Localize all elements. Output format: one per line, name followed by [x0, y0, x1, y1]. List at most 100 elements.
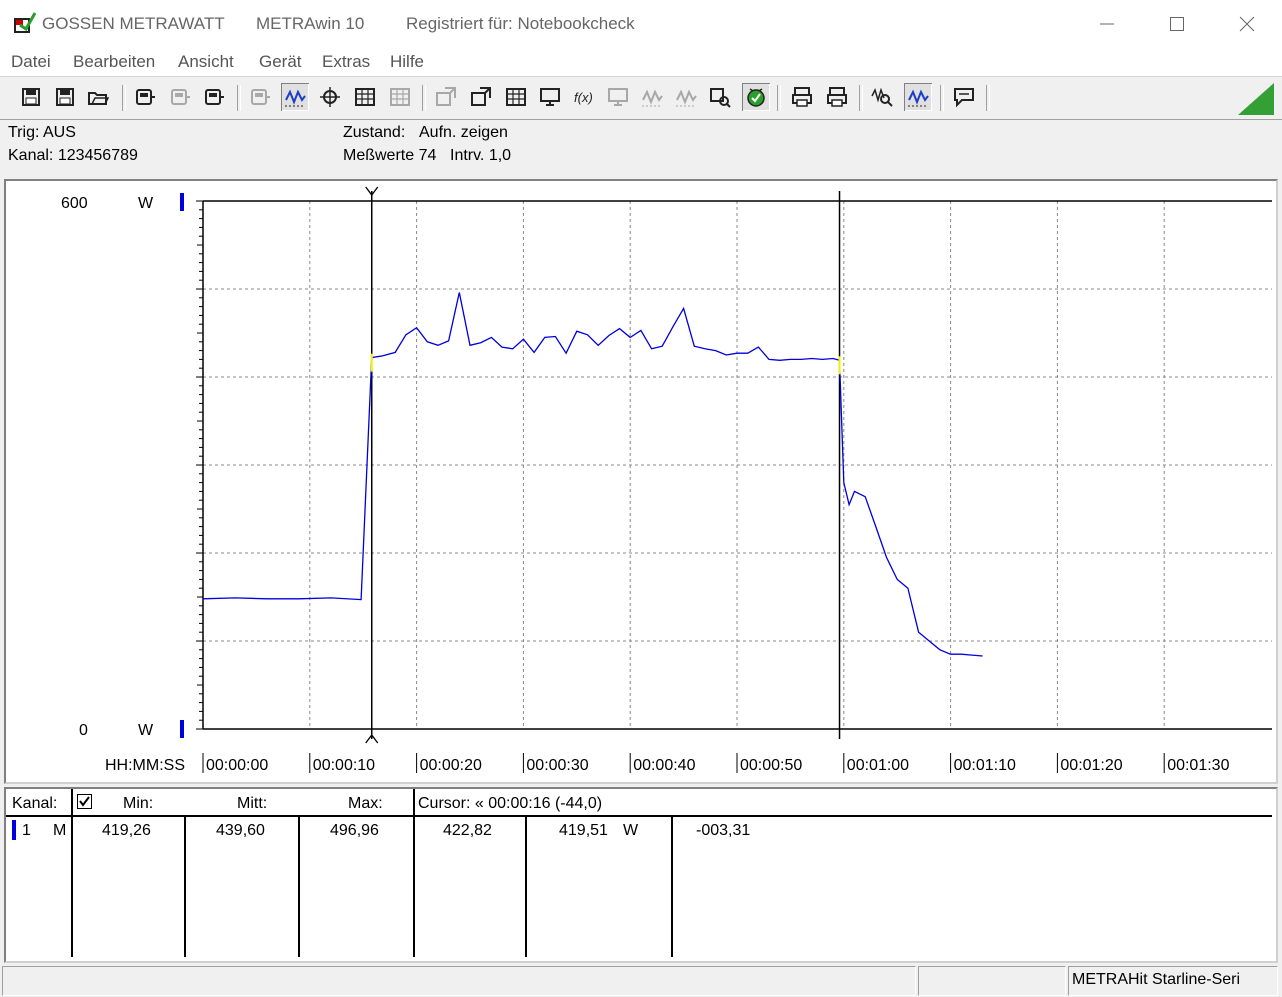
meter-disabled-button[interactable]	[604, 83, 632, 111]
registration-label: Registriert für: Notebookcheck	[406, 14, 635, 33]
wave-display-button[interactable]	[281, 83, 309, 111]
device-disabled-button[interactable]	[166, 83, 194, 111]
zoom-wave-icon	[908, 89, 929, 107]
keypad-disabled-icon	[251, 89, 270, 105]
save-icon	[22, 88, 40, 106]
channel-color-marker	[12, 820, 16, 840]
close-icon	[1239, 16, 1255, 32]
window-title: METRAwin 10	[256, 14, 365, 33]
device-send-icon	[205, 89, 224, 105]
export-disabled-button[interactable]	[432, 83, 460, 111]
x-tick-label: 00:01:20	[1060, 757, 1122, 774]
printer-color-icon	[827, 87, 847, 107]
device-read-button[interactable]	[131, 83, 159, 111]
table-view-icon	[355, 88, 375, 106]
channel-checkbox[interactable]	[77, 794, 92, 809]
toolbar: f(x)	[0, 77, 1282, 120]
row-cursor-diff: -003,31	[696, 822, 751, 839]
crosshair-icon	[320, 87, 340, 107]
list-view-disabled-button[interactable]	[386, 83, 414, 111]
crosshair-button[interactable]	[316, 83, 344, 111]
signal-disabled-button[interactable]	[638, 83, 666, 111]
status-pane-middle	[918, 966, 1066, 996]
y-bottom-channel-marker	[180, 720, 184, 738]
connection-status-icon	[1238, 83, 1274, 115]
column-divider	[413, 789, 415, 957]
print-preview-icon	[471, 87, 491, 106]
zoom-in-icon	[871, 87, 893, 107]
table-header-divider	[6, 815, 1272, 817]
y-axis-min-label: 0	[79, 722, 88, 739]
status-pane-main	[2, 966, 916, 996]
x-tick-label: 00:01:00	[847, 757, 909, 774]
power-series-line	[202, 292, 983, 657]
toolbar-separator	[986, 85, 990, 111]
save-button[interactable]	[17, 83, 45, 111]
header-max: Max:	[348, 795, 383, 812]
monitor-button[interactable]	[536, 83, 564, 111]
data-grid-button[interactable]	[502, 83, 530, 111]
plot-area[interactable]: 600 W 0 W HH:MM:SS 00:00:00 00:00:10 00:00:20 00…	[4, 179, 1278, 784]
x-tick-label: 00:00:40	[633, 757, 695, 774]
app-logo-icon	[14, 12, 36, 33]
signal-disabled-icon	[642, 89, 663, 107]
row-max-value: 496,96	[330, 822, 379, 839]
save-as-button[interactable]	[51, 83, 79, 111]
header-kanal: Kanal:	[12, 795, 58, 812]
channel-table: Kanal: Min: Mitt: Max: Cursor: « 00:00:1…	[4, 787, 1278, 963]
keypad-disabled-button[interactable]	[246, 83, 274, 111]
open-folder-icon	[88, 92, 109, 105]
table-view-button[interactable]	[351, 83, 379, 111]
power-chart: 600 W 0 W HH:MM:SS 00:00:00 00:00:10 00:00:20 00…	[61, 186, 1272, 774]
print-preview-button[interactable]	[467, 83, 495, 111]
window-brand: GOSSEN METRAWATT	[42, 14, 225, 33]
zoom-wave-button[interactable]	[904, 83, 932, 111]
x-tick-label: 00:00:30	[526, 757, 588, 774]
menu-bearbeiten[interactable]: Bearbeiten	[73, 52, 155, 72]
device-read-icon	[136, 89, 155, 105]
row-channel-index: 1	[22, 822, 31, 839]
close-button[interactable]	[1212, 0, 1282, 48]
toolbar-separator	[940, 85, 944, 111]
column-divider	[71, 789, 73, 957]
menu-extras[interactable]: Extras	[322, 52, 370, 72]
menu-geraet[interactable]: Gerät	[259, 52, 302, 72]
column-divider	[298, 815, 300, 957]
search-device-button[interactable]	[706, 83, 734, 111]
device-send-button[interactable]	[200, 83, 228, 111]
header-min: Min:	[123, 795, 154, 812]
data-grid-icon	[506, 88, 526, 106]
device-disabled-icon	[171, 89, 190, 105]
y-axis-unit-top: W	[138, 195, 154, 212]
trigger-button[interactable]	[742, 83, 770, 111]
y-top-channel-marker	[180, 193, 184, 211]
menu-datei[interactable]: Datei	[11, 52, 51, 72]
open-folder-button[interactable]	[84, 83, 112, 111]
menu-hilfe[interactable]: Hilfe	[390, 52, 424, 72]
monitor-icon	[540, 88, 560, 106]
row-cursor2-value: 419,51	[559, 822, 608, 839]
function-button[interactable]: f(x)	[570, 83, 598, 111]
toolbar-separator	[859, 85, 863, 111]
info-panel: Trig: AUS Kanal: 123456789 Zustand: Aufn…	[0, 120, 1282, 176]
minimize-button[interactable]	[1072, 0, 1142, 48]
header-mitt: Mitt:	[237, 795, 268, 812]
comment-button[interactable]	[950, 83, 978, 111]
maximize-button[interactable]	[1142, 0, 1212, 48]
x-tick-label: 00:00:10	[313, 757, 375, 774]
row-mitt-value: 439,60	[216, 822, 265, 839]
zoom-in-button[interactable]	[868, 83, 896, 111]
cursor-top-handle-icon	[365, 186, 379, 201]
device-name: METRAHit Starline-Seri	[1072, 971, 1241, 988]
interval-value: Intrv. 1,0	[450, 147, 512, 164]
row-unit: W	[623, 822, 639, 839]
list-view-disabled-icon	[390, 88, 410, 106]
title-bar: GOSSEN METRAWATT METRAwin 10 Registriert…	[0, 0, 1282, 48]
printer-button[interactable]	[788, 83, 816, 111]
menu-ansicht[interactable]: Ansicht	[178, 52, 234, 72]
waveform-disabled-button[interactable]	[672, 83, 700, 111]
status-pane-device: METRAHit Starline-Seri	[1068, 966, 1278, 996]
y-axis-max-label: 600	[61, 195, 88, 212]
printer-color-button[interactable]	[823, 83, 851, 111]
column-divider	[671, 815, 673, 957]
